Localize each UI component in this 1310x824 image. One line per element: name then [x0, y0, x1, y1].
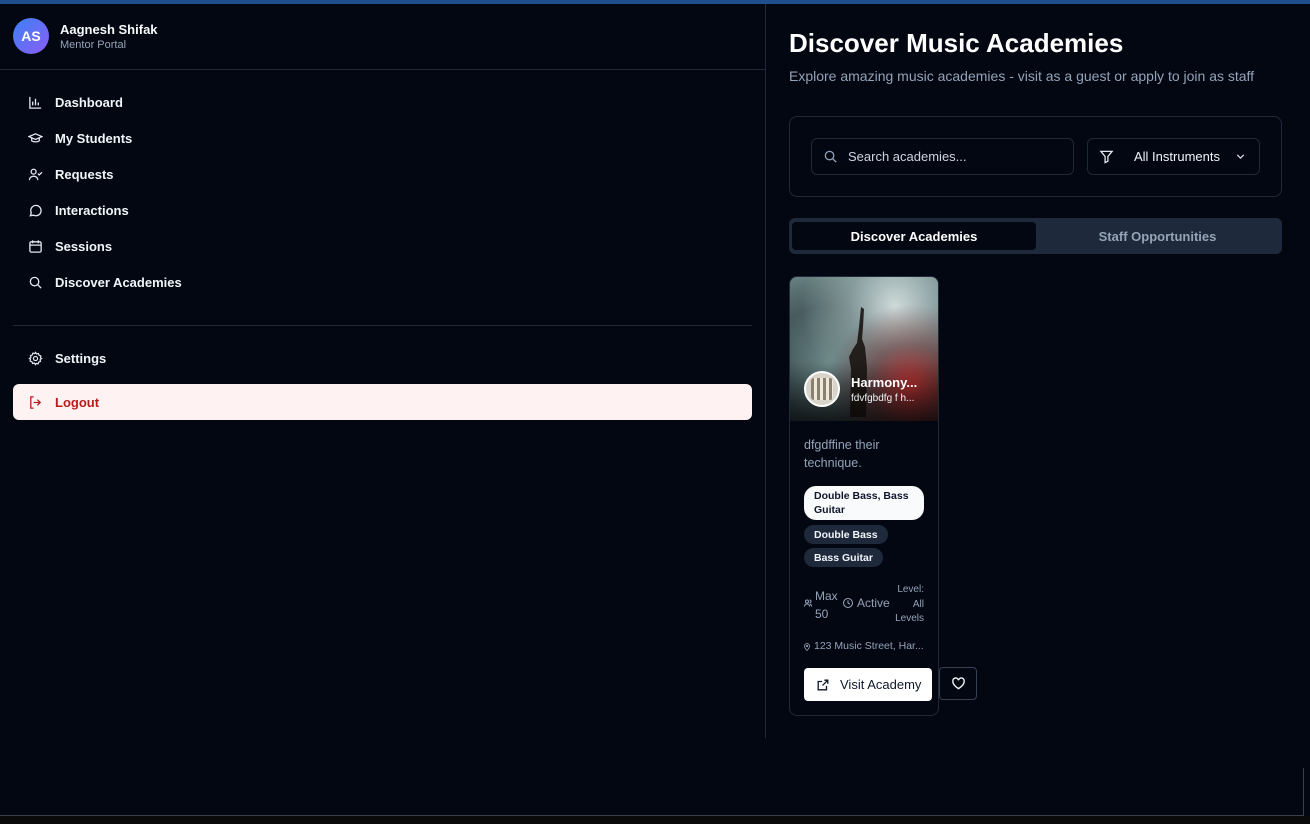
sidebar-item-my-students[interactable]: My Students — [13, 120, 752, 156]
page-subtitle: Explore amazing music academies - visit … — [789, 68, 1255, 84]
window-bottom-strip — [0, 816, 1310, 824]
window-edge — [1303, 768, 1304, 816]
sidebar-item-interactions[interactable]: Interactions — [13, 192, 752, 228]
sidebar-item-label: Sessions — [55, 238, 113, 254]
filter-icon — [1099, 150, 1114, 164]
chevron-down-icon — [1236, 154, 1245, 160]
tab-discover-academies[interactable]: Discover Academies — [792, 222, 1036, 250]
sidebar-item-discover-academies[interactable]: Discover Academies — [13, 264, 752, 300]
sidebar-divider — [13, 325, 752, 326]
sidebar-item-label: Dashboard — [55, 94, 123, 110]
heart-icon — [951, 677, 965, 690]
academy-capacity: Max 50 — [815, 589, 838, 621]
sidebar-item-label: Settings — [55, 350, 107, 366]
sidebar-item-dashboard[interactable]: Dashboard — [13, 84, 752, 120]
academy-name: Harmony... — [851, 375, 918, 390]
tab-bar: Discover Academies Staff Opportunities — [789, 218, 1282, 254]
instrument-badge: Bass Guitar — [804, 548, 883, 567]
filter-panel: All Instruments — [789, 116, 1282, 197]
instrument-badge: Double Bass — [804, 525, 888, 544]
search-field[interactable] — [811, 138, 1074, 175]
sidebar-item-label: Requests — [55, 166, 114, 182]
search-icon — [824, 150, 837, 163]
avatar[interactable]: AS — [13, 18, 49, 54]
visit-academy-label: Visit Academy — [840, 677, 922, 692]
sidebar-item-label: My Students — [55, 130, 133, 146]
sidebar-item-requests[interactable]: Requests — [13, 156, 752, 192]
map-pin-icon — [804, 643, 810, 651]
sidebar-item-label: Interactions — [55, 202, 129, 218]
academy-level: Level: All Levels — [895, 584, 924, 624]
visit-academy-button[interactable]: Visit Academy — [804, 668, 932, 701]
gear-icon — [27, 350, 43, 366]
clock-icon — [842, 597, 854, 609]
user-role: Mentor Portal — [60, 39, 127, 51]
message-circle-icon — [27, 202, 43, 218]
tab-staff-opportunities[interactable]: Staff Opportunities — [1036, 222, 1279, 250]
logout-label: Logout — [55, 394, 100, 410]
sidebar-bottom: Settings — [13, 340, 752, 376]
instrument-select[interactable]: All Instruments — [1087, 138, 1260, 175]
logout-button[interactable]: Logout — [13, 384, 752, 420]
user-name: Aagnesh Shifak — [60, 22, 158, 37]
main-content: Discover Music Academies Explore amazing… — [767, 4, 1303, 738]
instrument-select-value: All Instruments — [1134, 149, 1220, 164]
user-profile: AS Aagnesh Shifak Mentor Portal — [0, 4, 766, 70]
calendar-icon — [27, 238, 43, 254]
sidebar-item-sessions[interactable]: Sessions — [13, 228, 752, 264]
instrument-badge-primary: Double Bass, Bass Guitar — [804, 486, 924, 520]
academy-card[interactable]: Harmony... fdvfgbdfg f h... dfgdffine th… — [789, 276, 939, 716]
sidebar-item-label: Discover Academies — [55, 274, 182, 290]
user-check-icon — [27, 166, 43, 182]
sidebar-nav: Dashboard My Students Requests Interacti… — [13, 84, 752, 300]
academy-status: Active — [857, 596, 890, 610]
sidebar-item-settings[interactable]: Settings — [13, 340, 752, 376]
logout-icon — [27, 394, 43, 410]
search-input[interactable] — [848, 149, 1068, 164]
users-icon — [804, 599, 812, 607]
external-link-icon — [817, 679, 829, 690]
bar-chart-icon — [27, 94, 43, 110]
academy-tagline: fdvfgbdfg f h... — [851, 393, 915, 404]
search-icon — [27, 274, 43, 290]
favorite-button[interactable] — [939, 667, 977, 700]
page-title: Discover Music Academies — [789, 28, 1124, 58]
graduation-cap-icon — [27, 130, 43, 146]
academy-description: dfgdffine their technique. — [804, 438, 880, 470]
academy-logo — [804, 371, 840, 407]
academy-address: 123 Music Street, Har... — [814, 640, 924, 652]
